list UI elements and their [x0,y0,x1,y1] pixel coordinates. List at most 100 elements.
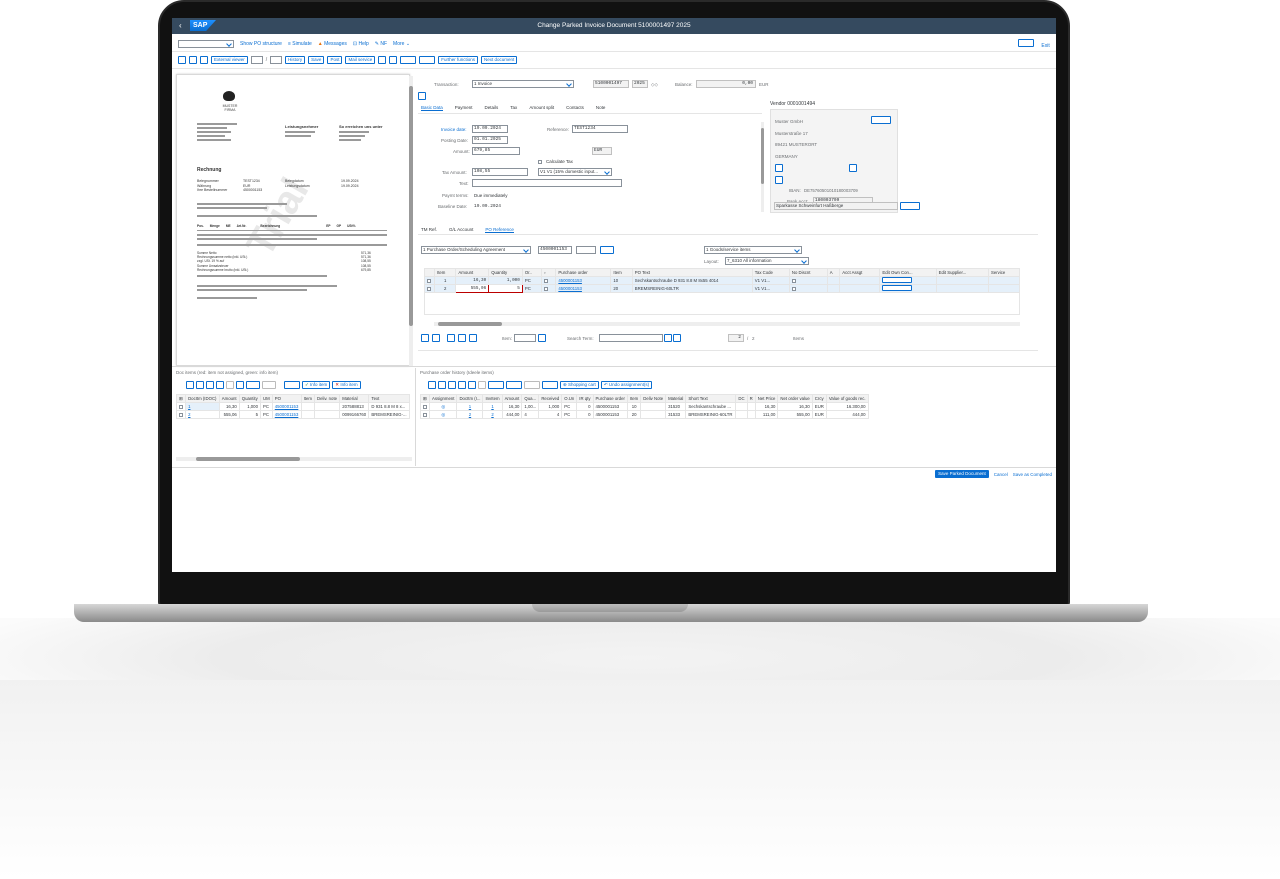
deselect-all-icon[interactable] [432,334,440,342]
print-icon[interactable] [262,381,276,389]
col-item[interactable]: Item [300,394,316,403]
mail-service-button[interactable]: Mail service [345,56,376,64]
basic-data-scrollbar[interactable] [761,122,764,212]
col-dc[interactable]: DC [735,394,748,403]
info-icon[interactable] [389,56,398,64]
col-edit-own[interactable]: Edit Own Con... [879,268,937,277]
col-net-order-value[interactable]: Net order value [777,394,813,403]
search-icon[interactable] [664,334,672,342]
col-amount[interactable]: Amount [501,394,523,403]
row-checkbox[interactable] [424,276,435,285]
cancel-button[interactable]: Cancel [994,472,1008,477]
tab-tm-ref[interactable]: TM Ref. [421,227,437,233]
cell-docitm[interactable]: 2 [185,410,220,419]
cell-amount[interactable]: 16,30 [455,276,490,285]
cell-docitm[interactable]: 1 [456,402,484,411]
row-checkbox[interactable] [420,402,430,411]
history-button[interactable]: History [285,56,306,64]
horizontal-splitter[interactable] [172,366,1056,367]
cell-amount[interactable]: 555,06 [455,284,490,293]
sum-menu-icon[interactable] [488,381,504,389]
col-po-item[interactable]: Item [610,268,633,277]
invoice-date-field[interactable]: 19.09.2024 [472,125,508,133]
amount-field[interactable]: 679,85 [472,147,520,155]
col-purchase-order[interactable]: Purchase order [555,268,612,277]
transaction-select[interactable]: 1 Invoice [472,80,574,88]
item-go-icon[interactable] [538,334,546,342]
col-tax-code[interactable]: Tax Code [751,268,790,277]
more-menu[interactable]: More ⌄ [393,41,410,47]
tab-gl-account[interactable]: G/L Account [449,227,473,233]
col-docitm[interactable]: DocItm (I... [456,394,484,403]
table-row[interactable]: 2 555,06 5 PC 4500001153 20 BREMSREINIG-… [424,284,1021,293]
save-button[interactable]: Save [308,56,325,64]
col-service[interactable]: Service [987,268,1021,277]
cell-po[interactable]: 4500001153 [555,284,612,293]
cell-flag[interactable] [540,276,557,285]
col-edit-supplier[interactable]: Edit Supplier... [935,268,989,277]
subtotal-icon[interactable] [246,381,260,389]
filter-icon[interactable] [458,381,466,389]
col-invitem[interactable]: InvItem [482,394,503,403]
doc-items-hscroll[interactable] [176,457,412,461]
simulate-button[interactable]: ≡ Simulate [288,41,312,47]
col-assignment[interactable]: Assignment [428,394,458,403]
cell-edit-own[interactable] [879,276,937,285]
col-quantity[interactable]: Qua... [521,394,540,403]
vendor-edit-icon[interactable] [775,164,783,172]
post-button[interactable]: Post [327,56,343,64]
col-material[interactable]: Material [665,394,687,403]
po-grid-hscroll[interactable] [434,322,1020,326]
cell-invitem[interactable]: 1 [482,402,503,411]
remove-info-item-button[interactable]: ✕ Info item [332,381,361,389]
filter-icon[interactable] [469,334,477,342]
col-short-text[interactable]: Short Text [685,394,737,403]
cell-po[interactable]: 4500001153 [271,410,302,419]
sort-desc-icon[interactable] [458,334,466,342]
filter-icon[interactable] [206,381,214,389]
find-next-icon[interactable] [226,381,234,389]
col-deliv-note[interactable]: Deliv Note [640,394,667,403]
nf-button[interactable]: ✎ NF [375,41,387,47]
col-docitm[interactable]: DocItm (IDOC) [185,394,220,403]
refresh-icon[interactable] [178,56,186,64]
find-icon[interactable] [468,381,476,389]
row-checkbox[interactable] [175,410,187,419]
tab-details[interactable]: Details [485,105,499,111]
col-net-price[interactable]: Net Price [754,394,779,403]
cell-edit-own[interactable] [879,284,937,293]
col-amount[interactable]: Amount [218,394,240,403]
variant-select[interactable] [178,40,234,48]
col-a[interactable]: A [826,268,841,277]
cell-assignment[interactable]: ◎ [428,402,458,411]
save-as-completed-button[interactable]: Save as Completed [1013,472,1052,477]
exit-button[interactable]: Exit [1041,43,1049,49]
tab-po-reference[interactable]: PO Reference [485,227,514,233]
col-um[interactable]: UM [259,394,273,403]
col-po-text[interactable]: PO Text [631,268,753,277]
col-currency[interactable]: Crcy [811,394,827,403]
bank-details-icon[interactable] [900,202,920,210]
col-value-goods-rec[interactable]: Value of goods rec. [825,394,869,403]
item-type-select[interactable]: 1 Goods/service items [704,246,802,254]
col-r[interactable]: R [746,394,756,403]
row-checkbox[interactable] [175,402,187,411]
calculate-tax-checkbox[interactable] [538,160,542,164]
col-order-unit[interactable]: Or.. [521,268,542,277]
copy-icon[interactable] [189,56,197,64]
cell-docitm[interactable]: 1 [185,402,220,411]
shopping-cart-button[interactable]: ⊕ Shopping cart [560,381,599,389]
reference-field[interactable]: TEST1234 [572,125,628,133]
subtotal-menu-icon[interactable] [506,381,522,389]
layout-toggle-icon[interactable] [418,92,426,100]
save-parked-document-button[interactable]: Save Parked Document [935,470,989,478]
find-icon[interactable] [216,381,224,389]
doc-items-hscroll-thumb[interactable] [196,457,300,461]
cell-tax-code[interactable]: V1 V1... [751,284,790,293]
cell-po[interactable]: 4500001153 [271,402,302,411]
tax-amount-field[interactable]: 108,55 [472,168,528,176]
sort-icon[interactable] [447,334,455,342]
sort-asc-icon[interactable] [196,381,204,389]
col-quantity[interactable]: Quantity [488,268,523,277]
external-viewer-button[interactable]: External viewer [211,56,248,64]
